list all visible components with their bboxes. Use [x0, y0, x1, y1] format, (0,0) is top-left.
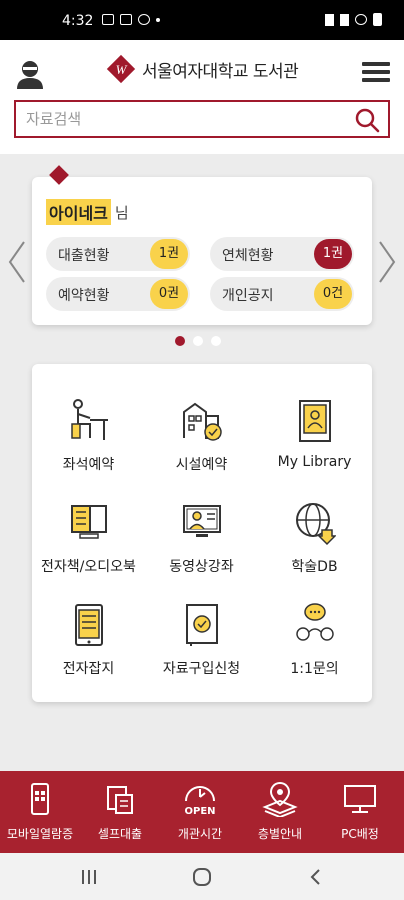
mute-icon [325, 13, 334, 26]
gallery-notification-icon [102, 14, 114, 25]
open-hours-icon: OPEN [184, 786, 216, 817]
nav-label: 셀프대출 [97, 827, 143, 841]
stat-label: 대출현황 [58, 248, 110, 264]
search-box [14, 100, 390, 138]
carousel-prev-icon[interactable] [6, 238, 28, 286]
carousel-dot-active[interactable] [175, 336, 185, 346]
nav-mobile-card[interactable]: 모바일열람증 [0, 771, 80, 853]
my-library-icon [299, 400, 331, 442]
back-icon[interactable] [308, 868, 324, 886]
ebook-icon [71, 505, 107, 539]
user-status-card: 아이네크 님 대출현황 1권 연체현황 1권 예약현황 0권 개인공지 0건 [32, 177, 372, 325]
self-checkout-icon [107, 786, 133, 814]
nav-opening-hours[interactable]: OPEN 개관시간 [160, 771, 240, 853]
nav-label: PC배정 [341, 827, 379, 841]
facility-icon [183, 402, 222, 441]
stat-reservations[interactable]: 예약현황 0권 [46, 277, 190, 311]
username-suffix: 님 [114, 203, 129, 222]
svg-text:W: W [116, 62, 128, 77]
search-icon[interactable] [354, 107, 380, 133]
stat-label: 연체현황 [222, 248, 274, 264]
stat-label: 예약현황 [58, 288, 110, 304]
video-lecture-icon [183, 505, 221, 537]
stat-notices[interactable]: 개인공지 0건 [210, 277, 354, 311]
app-header: W 서울여자대학교 도서관 [0, 40, 404, 154]
menu-label: 시설예약 [175, 457, 228, 473]
menu-purchase-request[interactable]: 자료구입신청 [145, 602, 258, 702]
menu-label: 전자책/오디오북 [41, 559, 136, 575]
menu-label: 1:1문의 [290, 661, 339, 677]
menu-my-library[interactable]: My Library [258, 398, 371, 498]
wifi-icon [340, 13, 349, 26]
menu-facility-reservation[interactable]: 시설예약 [145, 398, 258, 498]
nav-self-checkout[interactable]: 셀프대출 [80, 771, 160, 853]
stat-label: 개인공지 [222, 288, 274, 304]
search-input[interactable] [26, 108, 346, 130]
open-hours-icon-text: OPEN [184, 806, 215, 817]
chat-icon [296, 603, 334, 641]
menu-label: 전자잡지 [62, 661, 115, 677]
nav-label: 층별안내 [257, 827, 303, 841]
nav-label: 개관시간 [177, 827, 223, 841]
stat-value: 0건 [314, 279, 352, 309]
floor-guide-icon [262, 781, 298, 817]
carousel-dot[interactable] [211, 336, 221, 346]
mobile-card-icon [31, 783, 49, 815]
globe-icon [296, 503, 336, 546]
battery-icon [373, 13, 382, 26]
carousel-next-icon[interactable] [376, 238, 398, 286]
university-emblem-icon: W [106, 54, 136, 84]
status-time: 4:32 [62, 13, 94, 29]
tablet-icon [75, 604, 103, 646]
stat-value: 1권 [314, 239, 352, 269]
username: 아이네크 [46, 199, 111, 225]
stat-loans[interactable]: 대출현황 1권 [46, 237, 190, 271]
logo-title: 서울여자대학교 도서관 [142, 61, 299, 82]
nav-pc-assignment[interactable]: PC배정 [320, 771, 400, 853]
stat-value: 0권 [150, 279, 188, 309]
carousel-indicator [175, 336, 221, 346]
menu-label: 동영상강좌 [169, 559, 234, 575]
seat-icon [71, 399, 108, 440]
mail-notification-icon [120, 14, 132, 25]
book-request-icon [186, 604, 218, 646]
menu-label: 좌석예약 [62, 457, 115, 473]
menu-label: 자료구입신청 [162, 661, 241, 677]
status-bar: 4:32 [0, 0, 404, 40]
carousel-dot[interactable] [193, 336, 203, 346]
menu-ebook-audiobook[interactable]: 전자책/오디오북 [32, 500, 145, 600]
pc-icon [344, 785, 376, 813]
menu-e-magazine[interactable]: 전자잡지 [32, 602, 145, 702]
user-icon[interactable] [14, 58, 46, 90]
sync-notification-icon [138, 14, 150, 25]
nav-floor-guide[interactable]: 층별안내 [240, 771, 320, 853]
stat-value: 1권 [150, 239, 188, 269]
recent-apps-icon[interactable] [80, 868, 98, 886]
home-icon[interactable] [192, 867, 212, 887]
menu-academic-db[interactable]: 학술DB [258, 500, 371, 600]
more-notifications-icon [156, 17, 160, 22]
library-logo[interactable]: W 서울여자대학교 도서관 [106, 54, 299, 84]
bottom-nav: 모바일열람증 셀프대출 OPEN 개관시간 층별안내 PC배정 [0, 771, 404, 853]
stat-overdue[interactable]: 연체현황 1권 [210, 237, 354, 271]
dnd-icon [355, 14, 367, 25]
menu-grid-card: 좌석예약 시설예약 My Library 전자책/오디오북 동영상강좌 학술DB… [32, 364, 372, 702]
hamburger-menu-icon[interactable] [362, 62, 390, 86]
menu-seat-reservation[interactable]: 좌석예약 [32, 398, 145, 498]
system-nav-bar [0, 853, 404, 900]
menu-label: My Library [277, 454, 352, 470]
menu-label: 학술DB [291, 559, 338, 575]
menu-one-on-one-inquiry[interactable]: 1:1문의 [258, 602, 371, 702]
nav-label: 모바일열람증 [6, 827, 74, 841]
menu-video-lecture[interactable]: 동영상강좌 [145, 500, 258, 600]
